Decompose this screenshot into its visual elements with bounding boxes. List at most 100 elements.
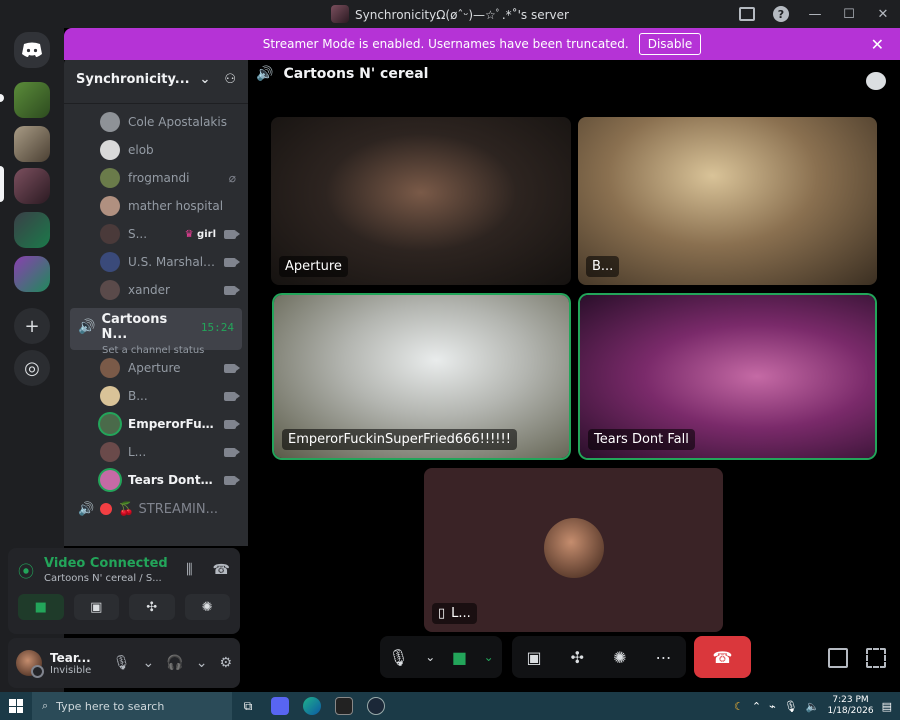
leave-call-button[interactable]: ☎: [694, 636, 751, 678]
screen-share-icon[interactable]: ▣: [527, 648, 542, 667]
pop-out-icon[interactable]: [828, 648, 848, 668]
search-placeholder: Type here to search: [56, 699, 165, 713]
explore-icon[interactable]: ◎: [14, 350, 50, 386]
system-tray: ☾ ⌃ ⌁ 🎙 🔈 7:23 PM 1/18/2026 ▤: [734, 695, 900, 717]
taskbar-search[interactable]: ⌕ Type here to search: [32, 692, 232, 720]
disconnect-icon[interactable]: ☎: [213, 562, 230, 578]
soundboard-icon[interactable]: ✺: [613, 648, 626, 667]
activities-button[interactable]: ✣: [129, 594, 175, 620]
signal-icon[interactable]: ⦿: [18, 558, 34, 582]
video-tile-label: B...: [586, 256, 620, 277]
speaker-tray-icon[interactable]: 🔈: [806, 700, 820, 713]
start-button[interactable]: [0, 692, 32, 720]
chat-bubble-icon[interactable]: [866, 72, 886, 90]
close-window-button[interactable]: ✕: [866, 0, 900, 28]
avatar: [100, 224, 120, 244]
steam-taskbar-icon[interactable]: [360, 692, 392, 720]
night-light-icon[interactable]: ☾: [734, 700, 744, 713]
minimize-button[interactable]: —: [798, 0, 832, 28]
voice-member[interactable]: Tears Dont Fall: [64, 466, 248, 494]
camera-toggle-button[interactable]: ■: [18, 594, 64, 620]
call-actions: ▣ ✣ ✺ ⋯: [512, 636, 686, 678]
camera-icon: [224, 419, 240, 429]
headphones-icon[interactable]: 🎧: [166, 655, 183, 671]
voice-member[interactable]: frogmandi ⌀: [64, 164, 248, 192]
soundboard-button[interactable]: ✺: [184, 594, 230, 620]
speaker-icon: 🔊: [78, 319, 96, 335]
show-hidden-icons-icon[interactable]: ⌃: [752, 700, 761, 713]
voice-channel-streaming[interactable]: 🔊 🍒 STREAMIN...: [64, 494, 248, 524]
server-folder-icon-2[interactable]: [14, 256, 50, 292]
avatar[interactable]: [16, 650, 44, 678]
server-icon-alex[interactable]: [14, 82, 50, 118]
voice-member[interactable]: Cole Apostalakis: [64, 108, 248, 136]
channel-timer: 15:24: [200, 320, 234, 334]
discord-home-icon[interactable]: [14, 32, 50, 68]
camera-icon[interactable]: ■: [452, 648, 467, 667]
mobile-icon: ▯: [438, 606, 446, 621]
chevron-down-icon[interactable]: ⌄: [425, 650, 435, 664]
epic-games-taskbar-icon[interactable]: [328, 692, 360, 720]
member-name: Cole Apostalakis: [128, 115, 227, 129]
invite-people-icon[interactable]: ⚇: [224, 72, 236, 87]
avatar: [100, 280, 120, 300]
member-name: mather hospital: [128, 199, 224, 213]
voice-channel-active[interactable]: 🔊 Cartoons N... 15:24 Set a channel stat…: [70, 308, 242, 356]
close-icon[interactable]: ✕: [871, 35, 884, 54]
microphone-icon[interactable]: 🎙: [388, 648, 408, 667]
avatar: [100, 252, 120, 272]
channel-name: Cartoons N...: [101, 312, 168, 342]
disable-streamer-mode-button[interactable]: Disable: [638, 33, 702, 55]
notifications-icon[interactable]: ▤: [882, 700, 892, 713]
activities-icon: ✣: [146, 599, 158, 615]
video-tile[interactable]: Aperture: [271, 117, 571, 285]
voice-member[interactable]: Aperture: [64, 354, 248, 382]
activities-icon[interactable]: ✣: [571, 648, 584, 667]
server-folder-icon[interactable]: [14, 212, 50, 248]
voice-status-subtitle[interactable]: Cartoons N' cereal / S...: [44, 573, 176, 584]
screen-share-button[interactable]: ▣: [73, 594, 119, 620]
username[interactable]: Tear...: [50, 651, 91, 665]
chevron-down-icon[interactable]: ⌄: [196, 655, 208, 671]
member-name: elob: [128, 143, 154, 157]
discord-taskbar-icon[interactable]: [264, 692, 296, 720]
member-name: EmperorFuck...: [128, 417, 216, 431]
noise-suppression-icon[interactable]: ⫼: [186, 562, 192, 578]
inbox-icon[interactable]: [730, 0, 764, 28]
video-tile[interactable]: ▯ L...: [424, 468, 723, 632]
task-view-icon[interactable]: ⧉: [232, 692, 264, 720]
help-icon[interactable]: ?: [764, 0, 798, 28]
camera-icon: [224, 475, 240, 485]
video-tile[interactable]: EmperorFuckinSuperFried666!!!!!!: [274, 295, 569, 458]
more-options-icon[interactable]: ⋯: [655, 648, 671, 667]
chevron-down-icon[interactable]: ⌄: [484, 650, 494, 664]
fullscreen-icon[interactable]: [866, 648, 886, 668]
clock[interactable]: 7:23 PM 1/18/2026: [827, 695, 873, 717]
voice-member[interactable]: L...: [64, 438, 248, 466]
network-icon[interactable]: ⌁: [769, 700, 776, 713]
member-name: Aperture: [128, 361, 181, 375]
video-tile[interactable]: B...: [578, 117, 877, 285]
microphone-icon[interactable]: 🎙: [113, 655, 131, 671]
video-tile-name: L...: [451, 606, 471, 621]
avatar: [100, 386, 120, 406]
video-tile[interactable]: Tears Dont Fall: [580, 295, 875, 458]
voice-member[interactable]: B...: [64, 382, 248, 410]
voice-connection-panel: ⦿ Video Connected Cartoons N' cereal / S…: [8, 548, 240, 634]
guild-header[interactable]: Synchronicity... ⌄ ⚇: [64, 56, 248, 104]
add-server-icon[interactable]: +: [14, 308, 50, 344]
voice-member[interactable]: EmperorFuck...: [64, 410, 248, 438]
voice-member[interactable]: U.S. Marshal ...: [64, 248, 248, 276]
server-icon-2[interactable]: [14, 126, 50, 162]
voice-member[interactable]: S... ♛ girl: [64, 220, 248, 248]
maximize-button[interactable]: ☐: [832, 0, 866, 28]
server-icon-synchronicity[interactable]: [14, 168, 50, 204]
voice-member[interactable]: xander: [64, 276, 248, 304]
avatar: [100, 168, 120, 188]
voice-member[interactable]: mather hospital: [64, 192, 248, 220]
voice-member[interactable]: elob: [64, 136, 248, 164]
mic-tray-icon[interactable]: 🎙: [784, 700, 798, 713]
chevron-down-icon[interactable]: ⌄: [143, 655, 155, 671]
edge-taskbar-icon[interactable]: [296, 692, 328, 720]
settings-gear-icon[interactable]: ⚙: [219, 655, 232, 671]
